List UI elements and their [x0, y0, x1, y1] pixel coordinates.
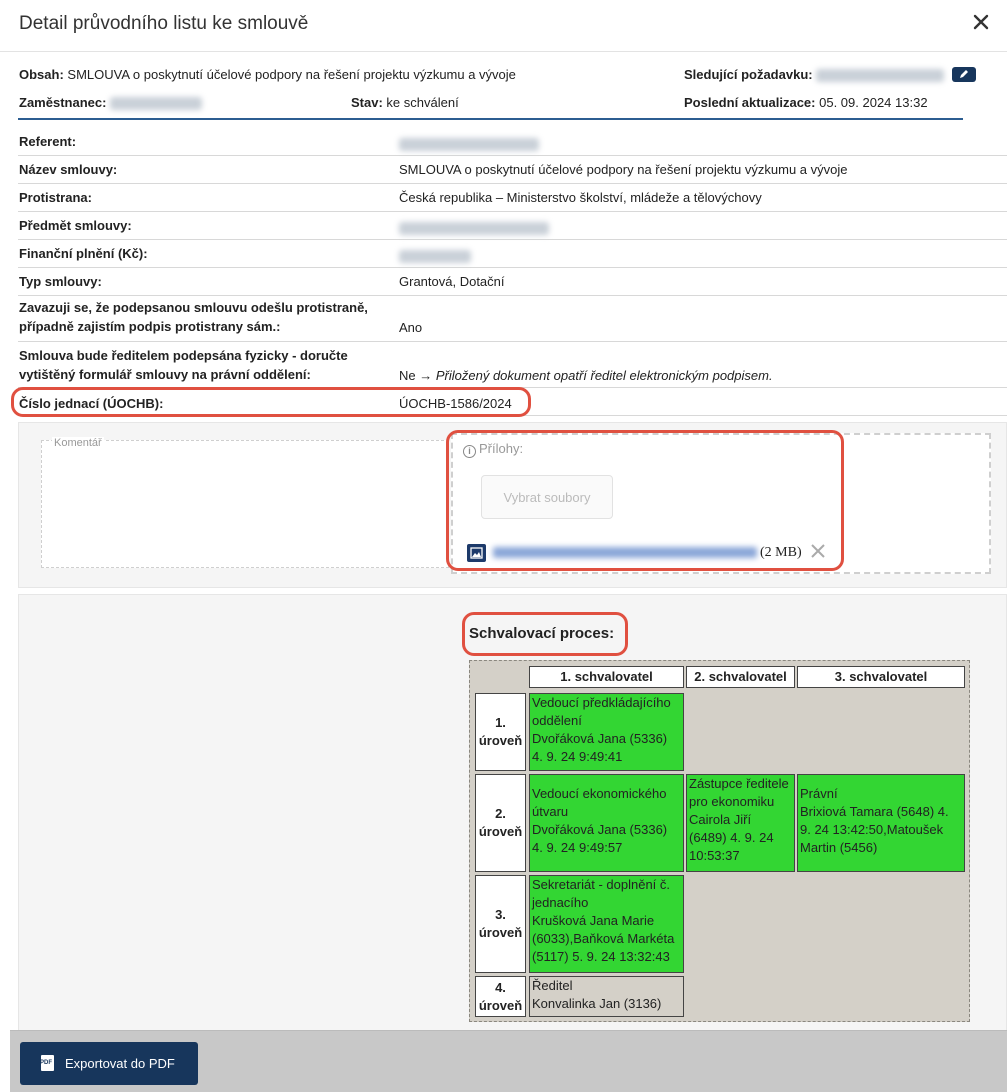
- stav-value: ke schválení: [386, 95, 459, 110]
- dialog-footer: PDF Exportovat do PDF: [10, 1030, 1007, 1092]
- comment-label: Komentář: [52, 437, 104, 449]
- approval-cell-approved: Sekretariát - doplnění č. jednacího Kruško…: [529, 875, 684, 973]
- detail-row-referent: Referent:: [18, 128, 1007, 156]
- detail-label: Finanční plnění (Kč):: [19, 246, 148, 261]
- detail-value: Grantová, Dotační: [399, 274, 505, 289]
- info-icon: i: [463, 445, 476, 458]
- posledni-field: Poslední aktualizace: 05. 09. 2024 13:32: [684, 95, 928, 110]
- detail-row-smlouva-fyzicky: Smlouva bude ředitelem podepsána fyzicky…: [18, 342, 1007, 388]
- detail-value-redacted: [399, 246, 471, 265]
- zamestnanec-value-redacted: [110, 97, 203, 111]
- choose-files-button[interactable]: Vybrat soubory: [481, 475, 613, 519]
- detail-label: Předmět smlouvy:: [19, 218, 132, 233]
- column-header: 1. schvalovatel: [529, 666, 684, 688]
- detail-label: Smlouva bude ředitelem podepsána fyzicky…: [19, 348, 348, 382]
- comment-attachments-panel: Komentář i Přílohy: Vybrat soubory (2 MB): [18, 422, 1007, 588]
- edit-watchers-button[interactable]: [951, 67, 976, 83]
- posledni-label: Poslední aktualizace:: [684, 95, 816, 110]
- posledni-value: 05. 09. 2024 13:32: [819, 95, 928, 110]
- attachment-file-size: (2 MB): [760, 545, 802, 560]
- detail-value-redacted: [399, 218, 549, 237]
- edit-icon: [959, 70, 968, 79]
- export-pdf-button[interactable]: PDF Exportovat do PDF: [20, 1042, 198, 1085]
- attachment-file-link[interactable]: [493, 545, 757, 560]
- header-divider: [18, 118, 963, 120]
- sledujici-field: Sledující požadavku:: [684, 67, 976, 83]
- approval-grid: 1. schvalovatel 2. schvalovatel 3. schva…: [469, 660, 970, 1022]
- sledujici-value-redacted: [816, 69, 945, 83]
- detail-row-financni: Finanční plnění (Kč):: [18, 240, 1007, 268]
- column-header: 2. schvalovatel: [686, 666, 795, 688]
- pdf-icon: PDF: [40, 1055, 54, 1071]
- attachments-dropzone[interactable]: i Přílohy: Vybrat soubory (2 MB): [451, 433, 991, 574]
- comment-textarea[interactable]: Komentář: [41, 437, 449, 568]
- detail-label: Zavazuji se, že podepsanou smlouvu odešl…: [19, 300, 368, 334]
- detail-label: Název smlouvy:: [19, 162, 118, 177]
- detail-value: Ano: [399, 320, 423, 335]
- dialog-header: Detail průvodního listu ke smlouvě: [0, 0, 1007, 52]
- detail-value: Ne → Přiložený dokument opatří ředitel e…: [399, 368, 773, 383]
- detail-row-predmet: Předmět smlouvy:: [18, 212, 1007, 240]
- approval-cell-approved: Právní Brixiová Tamara (5648) 4. 9. 24 13:…: [797, 774, 965, 872]
- detail-value-redacted: [399, 134, 539, 153]
- approval-cell-approved: Zástupce ředitele pro ekonomiku Cairola Ji…: [686, 774, 795, 872]
- approval-cell-approved: Vedoucí předkládajícího oddělení Dvořáková…: [529, 693, 684, 771]
- level-header: 2. úroveň: [475, 774, 526, 872]
- detail-label: Referent:: [19, 134, 77, 149]
- zamestnanec-label: Zaměstnanec:: [19, 95, 107, 110]
- approval-title: Schvalovací proces:: [469, 625, 615, 642]
- obsah-value: SMLOUVA o poskytnutí účelové podpory na …: [67, 67, 516, 82]
- detail-value: SMLOUVA o poskytnutí účelové podpory na …: [399, 162, 848, 177]
- sledujici-label: Sledující požadavku:: [684, 67, 813, 82]
- dialog-title: Detail průvodního listu ke smlouvě: [19, 13, 309, 34]
- detail-row-cislo-jednaci: Číslo jednací (ÚOCHB): ÚOCHB-1586/2024: [18, 388, 1007, 416]
- detail-row-protistrana: Protistrana: Česká republika – Ministers…: [18, 184, 1007, 212]
- zamestnanec-field: Zaměstnanec:: [19, 95, 203, 111]
- detail-label: Typ smlouvy:: [19, 274, 102, 289]
- level-header: 4. úroveň: [475, 976, 526, 1017]
- column-header: 3. schvalovatel: [797, 666, 965, 688]
- detail-value: ÚOCHB-1586/2024: [399, 396, 512, 411]
- detail-value: Česká republika – Ministerstvo školství,…: [399, 190, 762, 205]
- detail-row-typ: Typ smlouvy: Grantová, Dotační: [18, 268, 1007, 296]
- close-icon[interactable]: [969, 10, 993, 34]
- obsah-label: Obsah:: [19, 67, 64, 82]
- stav-label: Stav:: [351, 95, 383, 110]
- detail-label: Protistrana:: [19, 190, 92, 205]
- detail-label: Číslo jednací (ÚOCHB):: [19, 396, 164, 411]
- attachments-label: i Přílohy:: [463, 441, 523, 458]
- image-file-icon: [467, 544, 486, 562]
- approval-cell-approved: Vedoucí ekonomického útvaru Dvořáková Jana…: [529, 774, 684, 872]
- export-pdf-label: Exportovat do PDF: [65, 1056, 175, 1071]
- level-header: 1. úroveň: [475, 693, 526, 771]
- level-header: 3. úroveň: [475, 875, 526, 973]
- detail-row-zavazuji: Zavazuji se, že podepsanou smlouvu odešl…: [18, 296, 1007, 342]
- obsah-field: Obsah: SMLOUVA o poskytnutí účelové podp…: [19, 67, 516, 82]
- stav-field: Stav: ke schválení: [351, 95, 459, 110]
- approval-cell-pending: Ředitel Konvalinka Jan (3136): [529, 976, 684, 1017]
- remove-icon[interactable]: [808, 541, 828, 561]
- detail-row-nazev: Název smlouvy: SMLOUVA o poskytnutí účel…: [18, 156, 1007, 184]
